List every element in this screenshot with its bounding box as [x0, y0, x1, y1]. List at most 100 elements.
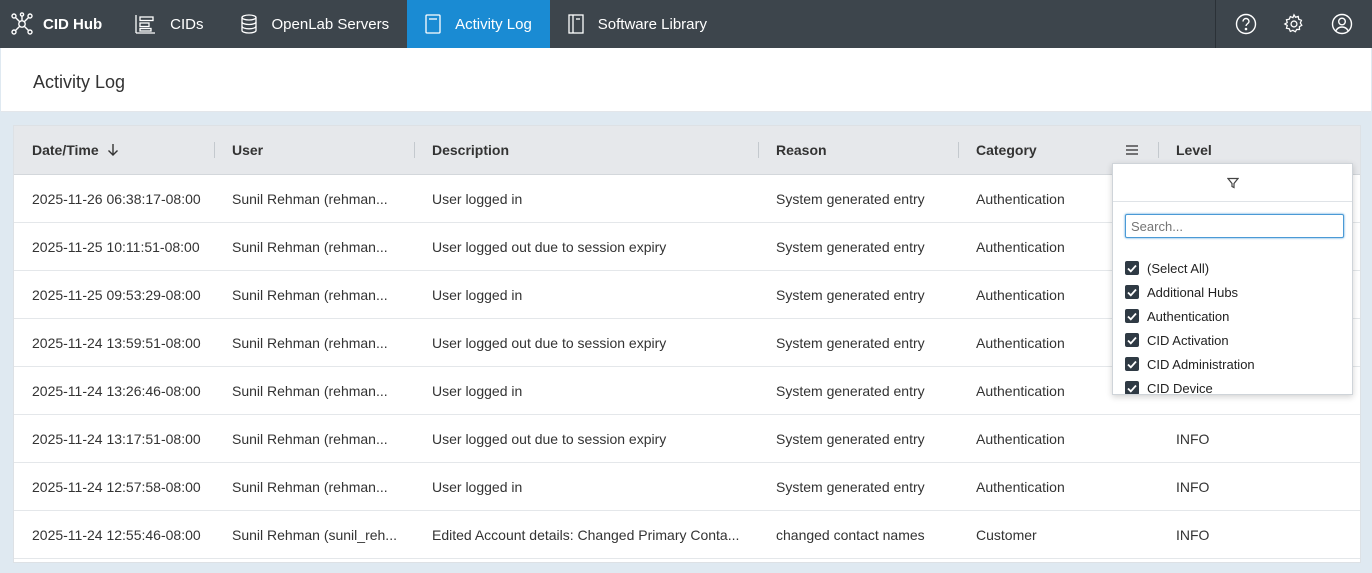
gear-icon: [1283, 13, 1303, 33]
cell-description: User logged in: [432, 478, 523, 495]
cell-user: Sunil Rehman (rehman...: [232, 382, 388, 399]
cell-category: Customer: [976, 526, 1037, 543]
nav-item-label: CIDs: [170, 15, 204, 33]
cell-datetime: 2025-11-25 09:53:29-08:00: [32, 286, 201, 303]
nav-item-openlab-servers[interactable]: OpenLab Servers: [222, 0, 408, 48]
cell-level: INFO: [1176, 478, 1210, 495]
checkbox-checked-icon[interactable]: [1125, 357, 1139, 371]
column-header-label: Description: [432, 142, 510, 158]
cell-user: Sunil Rehman (rehman...: [232, 430, 388, 447]
cell-user: Sunil Rehman (rehman...: [232, 334, 388, 351]
column-header-label: Date/Time: [32, 142, 99, 158]
column-header-reason[interactable]: Reason: [776, 126, 827, 174]
cell-category: Authentication: [976, 334, 1065, 351]
filter-option-list: (Select All) Additional Hubs Authenticatio…: [1125, 256, 1255, 394]
settings-button[interactable]: [1276, 6, 1312, 42]
cell-description: User logged out due to session expiry: [432, 238, 667, 255]
filter-icon: [1226, 177, 1239, 188]
cell-datetime: 2025-11-24 12:57:58-08:00: [32, 478, 201, 495]
filter-option-label: CID Administration: [1147, 356, 1255, 372]
cell-datetime: 2025-11-24 13:59:51-08:00: [32, 334, 201, 351]
column-header-label: Reason: [776, 142, 827, 158]
checkbox-checked-icon[interactable]: [1125, 285, 1139, 299]
cell-level: INFO: [1176, 430, 1210, 447]
cell-category: Authentication: [976, 238, 1065, 255]
document-icon: [425, 14, 441, 34]
table-row[interactable]: 2025-11-24 12:55:46-08:00 Sunil Rehman (s…: [14, 511, 1360, 559]
filter-option-label: Additional Hubs: [1147, 284, 1239, 300]
help-icon: [1235, 13, 1257, 35]
filter-option[interactable]: CID Activation: [1125, 328, 1255, 352]
sort-descending-icon[interactable]: [107, 143, 119, 157]
filter-search-input[interactable]: [1125, 214, 1344, 238]
cell-reason: System generated entry: [776, 334, 925, 351]
cell-description: User logged out due to session expiry: [432, 334, 667, 351]
cell-datetime: 2025-11-24 12:55:46-08:00: [32, 526, 201, 543]
help-button[interactable]: [1228, 6, 1264, 42]
hub-logo-icon: [11, 12, 33, 35]
nav-item-label: Software Library: [597, 15, 708, 33]
column-header-label: Level: [1176, 142, 1212, 158]
table-row[interactable]: 2025-11-24 12:57:58-08:00 Sunil Rehman (r…: [14, 463, 1360, 511]
column-separator[interactable]: [958, 142, 959, 158]
nav-right-actions: [1215, 0, 1372, 48]
cell-category: Authentication: [976, 286, 1065, 303]
cell-category: Authentication: [976, 430, 1065, 447]
filter-option[interactable]: CID Administration: [1125, 352, 1255, 376]
cell-datetime: 2025-11-24 13:17:51-08:00: [32, 430, 201, 447]
filter-option-label: Authentication: [1147, 308, 1230, 324]
cell-category: Authentication: [976, 382, 1065, 399]
menu-icon: [1126, 145, 1138, 155]
column-header-datetime[interactable]: Date/Time: [32, 126, 119, 174]
nav-item-software-library[interactable]: Software Library: [550, 0, 725, 48]
user-icon: [1331, 13, 1353, 35]
filter-tab[interactable]: [1113, 164, 1352, 202]
cell-reason: System generated entry: [776, 382, 925, 399]
cell-reason: System generated entry: [776, 286, 925, 303]
column-header-description[interactable]: Description: [432, 126, 509, 174]
cell-user: Sunil Rehman (rehman...: [232, 238, 388, 255]
top-nav: CID Hub CIDs OpenLab Servers Activity Lo…: [0, 0, 1372, 48]
checkbox-checked-icon[interactable]: [1125, 381, 1139, 394]
nav-item-label: OpenLab Servers: [271, 15, 390, 33]
column-filter-popup: (Select All) Additional Hubs Authenticatio…: [1112, 163, 1353, 395]
filter-option[interactable]: Authentication: [1125, 304, 1255, 328]
user-menu-button[interactable]: [1324, 6, 1360, 42]
checkbox-checked-icon[interactable]: [1125, 333, 1139, 347]
cell-datetime: 2025-11-25 10:11:51-08:00: [32, 238, 200, 255]
column-separator[interactable]: [1158, 142, 1159, 158]
nav-item-activity-log[interactable]: Activity Log: [407, 0, 550, 48]
column-header-category[interactable]: Category: [976, 126, 1037, 174]
column-header-user[interactable]: User: [232, 126, 263, 174]
nav-item-cids[interactable]: CIDs: [116, 0, 221, 48]
cell-user: Sunil Rehman (rehman...: [232, 190, 388, 207]
column-separator[interactable]: [214, 142, 215, 158]
cell-user: Sunil Rehman (rehman...: [232, 286, 388, 303]
brand[interactable]: CID Hub: [0, 0, 116, 48]
filter-option-label: CID Activation: [1147, 332, 1229, 348]
cell-description: User logged in: [432, 190, 523, 207]
cell-category: Authentication: [976, 190, 1065, 207]
cell-user: Sunil Rehman (rehman...: [232, 478, 388, 495]
page-header: Activity Log: [1, 48, 1371, 112]
cell-description: User logged in: [432, 382, 523, 399]
column-header-label: User: [232, 142, 264, 158]
cell-reason: System generated entry: [776, 238, 925, 255]
filter-option[interactable]: CID Device: [1125, 376, 1255, 394]
filter-option-label: (Select All): [1147, 260, 1210, 276]
cell-description: User logged out due to session expiry: [432, 430, 667, 447]
table-row[interactable]: 2025-11-24 13:17:51-08:00 Sunil Rehman (r…: [14, 415, 1360, 463]
checkbox-checked-icon[interactable]: [1125, 261, 1139, 275]
column-separator[interactable]: [758, 142, 759, 158]
filter-option[interactable]: (Select All): [1125, 256, 1255, 280]
database-icon: [240, 14, 257, 34]
column-separator[interactable]: [414, 142, 415, 158]
cell-reason: System generated entry: [776, 478, 925, 495]
cell-description: User logged in: [432, 286, 523, 303]
brand-label: CID Hub: [43, 15, 103, 33]
cell-level: INFO: [1176, 526, 1210, 543]
book-icon: [568, 14, 584, 34]
cids-icon: [135, 15, 156, 34]
filter-option[interactable]: Additional Hubs: [1125, 280, 1255, 304]
checkbox-checked-icon[interactable]: [1125, 309, 1139, 323]
